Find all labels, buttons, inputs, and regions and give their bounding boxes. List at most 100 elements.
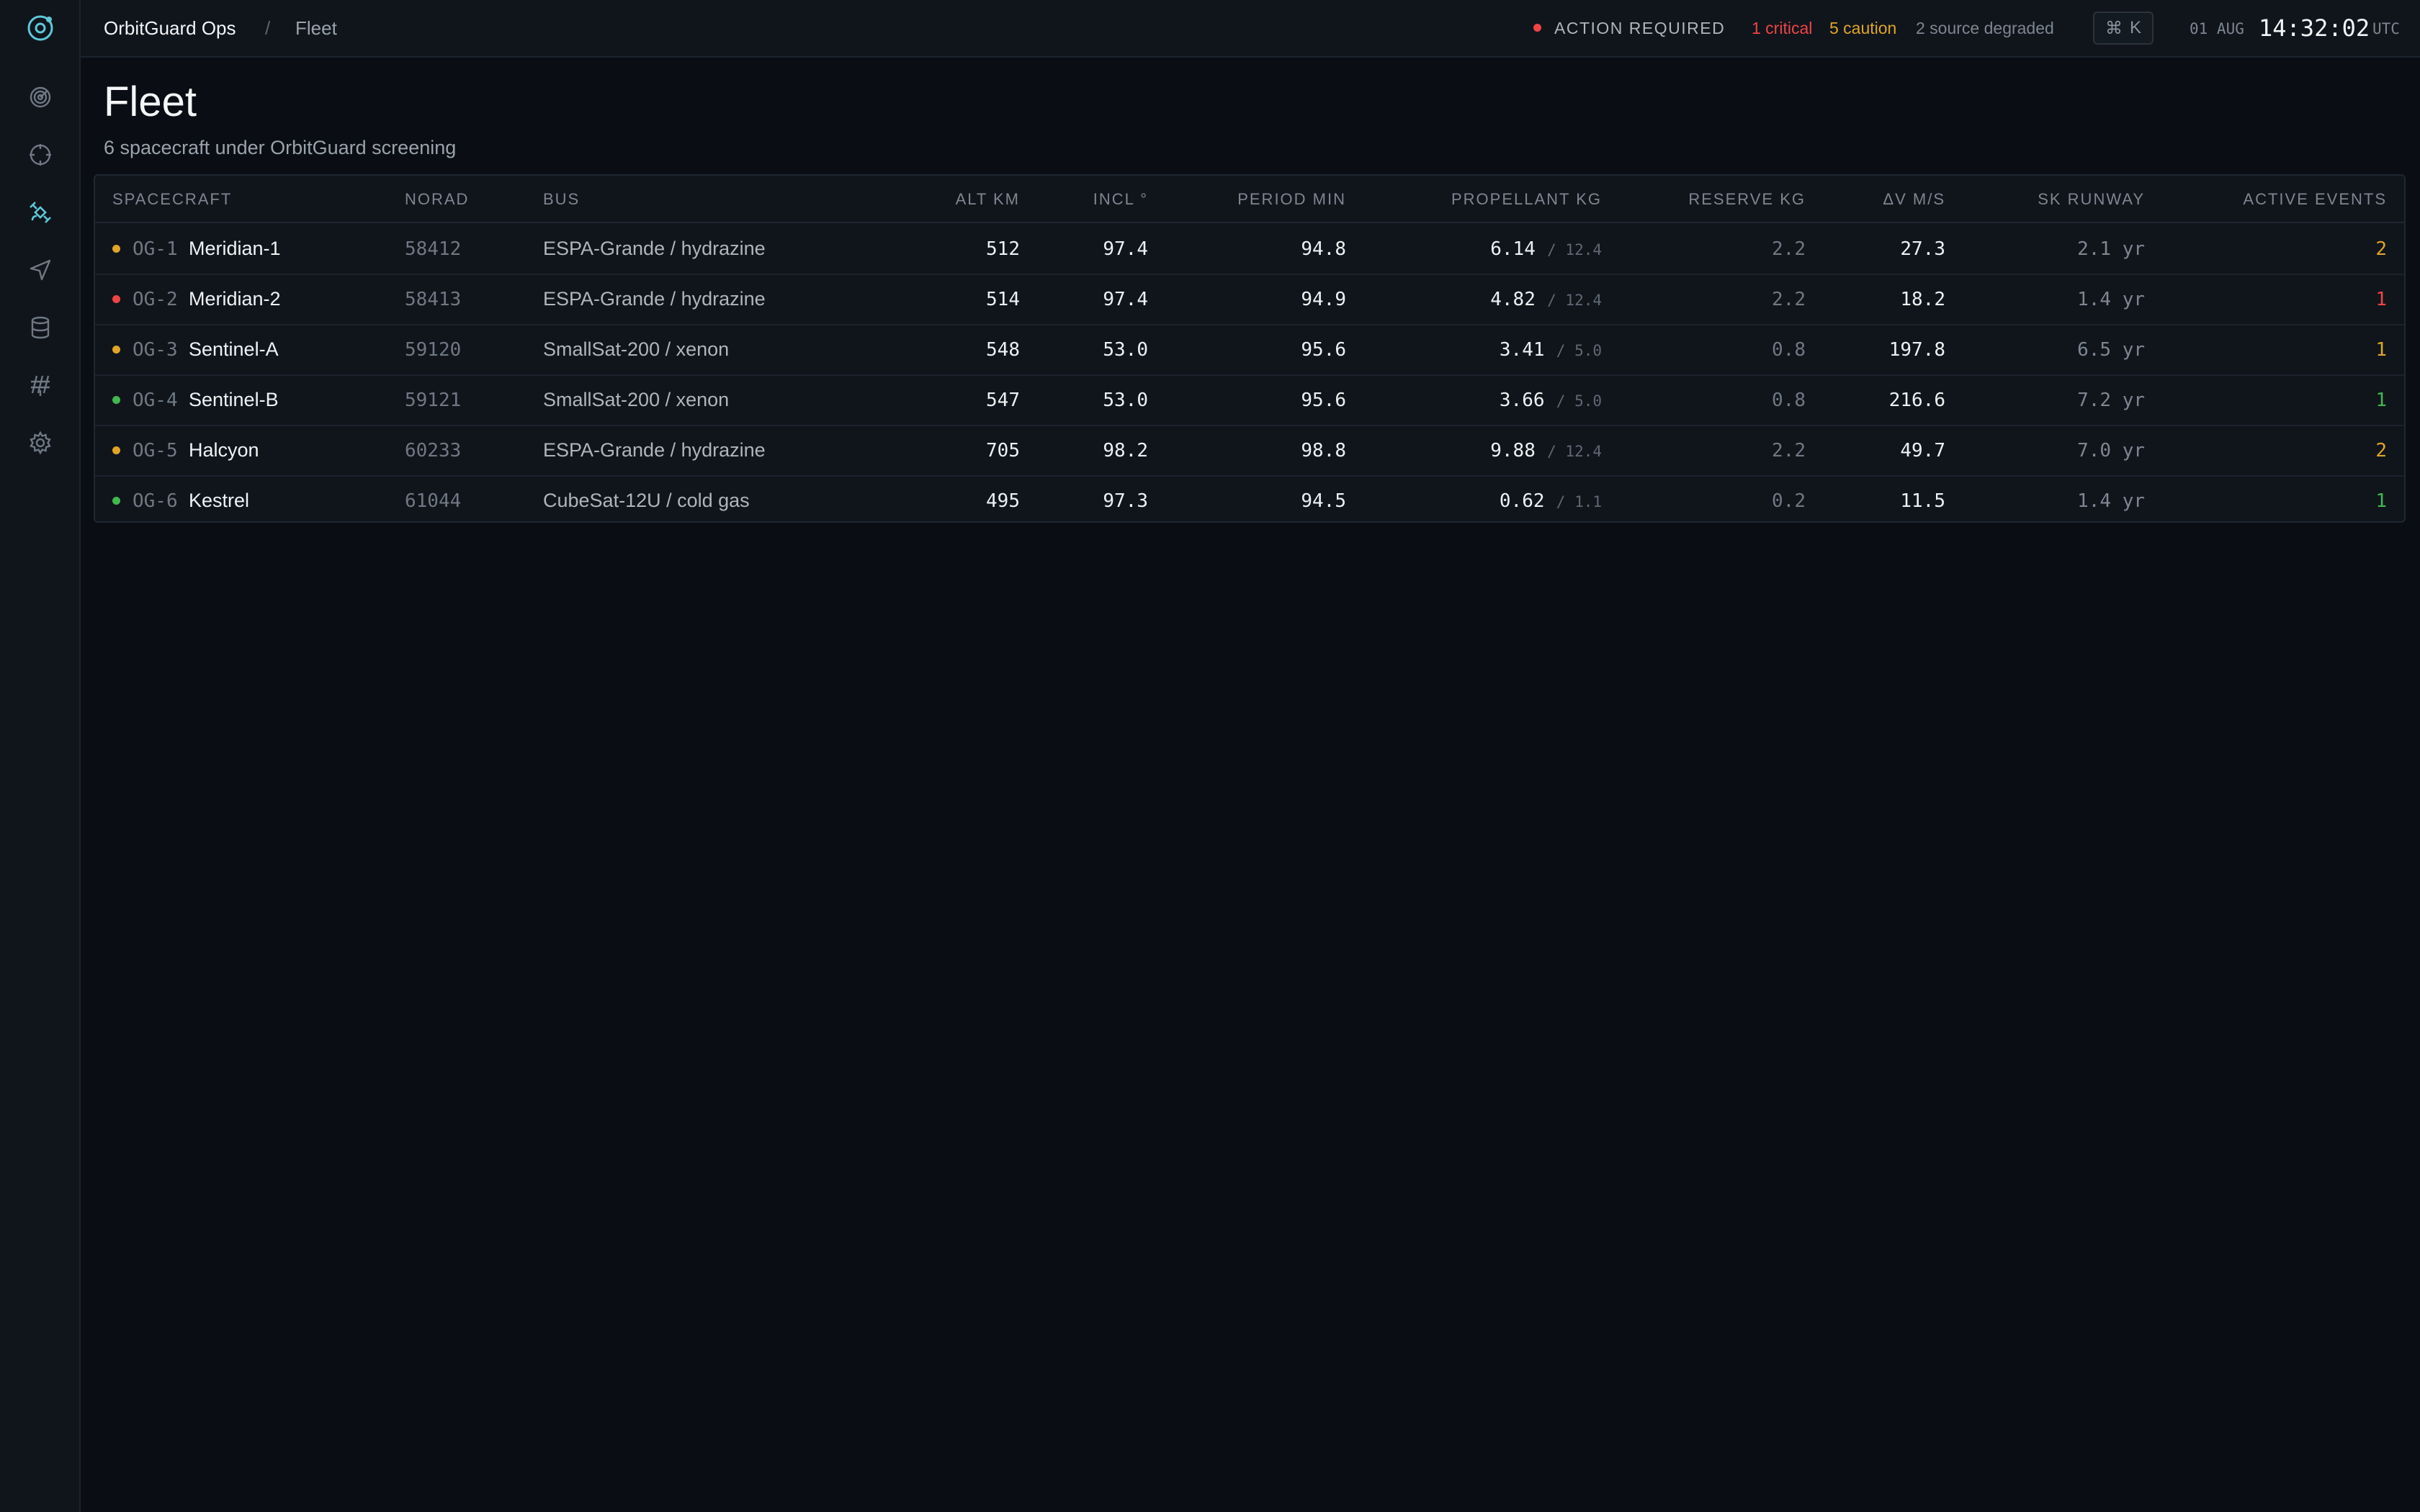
delta-v: 197.8 xyxy=(1888,339,1945,361)
norad-id: 58412 xyxy=(405,238,462,260)
propellant-kg: 6.14 xyxy=(1490,238,1536,260)
propellant-cell: 9.88 / 12.4 xyxy=(1490,439,1602,462)
column-header-propellant[interactable]: PROPELLANT KG xyxy=(1451,190,1602,209)
action-required-label[interactable]: ACTION REQUIRED xyxy=(1554,19,1725,38)
delta-v: 18.2 xyxy=(1900,289,1945,310)
active-events-count[interactable]: 1 xyxy=(2375,490,2387,512)
spacecraft-id: OG-4 xyxy=(133,390,178,411)
column-header-alt[interactable]: ALT KM xyxy=(956,190,1020,209)
propellant-cell: 3.66 / 5.0 xyxy=(1500,389,1602,411)
spacecraft-name[interactable]: Meridian-1 xyxy=(189,238,281,260)
database-icon[interactable] xyxy=(25,312,55,343)
reserve-kg: 0.8 xyxy=(1772,339,1806,361)
degraded-sources-count[interactable]: 2 source degraded xyxy=(1916,19,2054,38)
page-title: Fleet xyxy=(104,78,197,125)
active-events-count[interactable]: 2 xyxy=(2375,440,2387,462)
critical-count[interactable]: 1 critical xyxy=(1752,19,1812,38)
period-min: 94.9 xyxy=(1301,289,1346,310)
altitude-km: 548 xyxy=(986,339,1020,361)
table-row[interactable]: OG-4 Sentinel-B 59121 SmallSat-200 / xenon 5… xyxy=(95,374,2404,426)
inclination-deg: 53.0 xyxy=(1103,339,1148,361)
norad-id: 61044 xyxy=(405,490,462,512)
crosshair-icon[interactable] xyxy=(25,140,55,170)
reserve-kg: 0.2 xyxy=(1772,490,1806,512)
status-dot xyxy=(112,245,120,253)
spacecraft-name[interactable]: Kestrel xyxy=(189,490,249,512)
inclination-deg: 97.4 xyxy=(1103,238,1148,260)
table-row[interactable]: OG-6 Kestrel 61044 CubeSat-12U / cold gas 49… xyxy=(95,475,2404,526)
column-header-period[interactable]: PERIOD MIN xyxy=(1237,190,1346,209)
propellant-capacity: / 5.0 xyxy=(1556,342,1602,359)
delta-v: 11.5 xyxy=(1900,490,1945,512)
table-row[interactable]: OG-5 Halcyon 60233 ESPA-Grande / hydrazine 7… xyxy=(95,425,2404,477)
antenna-icon[interactable] xyxy=(25,370,55,400)
column-header-norad[interactable]: NORAD xyxy=(405,190,469,209)
propellant-cell: 4.82 / 12.4 xyxy=(1490,288,1602,310)
command-palette-button[interactable]: ⌘ K xyxy=(2093,12,2154,45)
spacecraft-id: OG-1 xyxy=(133,238,178,260)
propellant-capacity: / 12.4 xyxy=(1547,292,1602,309)
orbit-logo-icon[interactable] xyxy=(25,13,55,43)
column-header-spacecraft[interactable]: SPACECRAFT xyxy=(112,190,232,209)
caution-count[interactable]: 5 caution xyxy=(1829,19,1896,38)
breadcrumb-app[interactable]: OrbitGuard Ops xyxy=(104,17,236,40)
satellite-icon[interactable] xyxy=(25,197,55,228)
active-events-count[interactable]: 1 xyxy=(2375,390,2387,411)
top-bar: OrbitGuard Ops / Fleet ACTION REQUIRED 1… xyxy=(81,0,2420,58)
spacecraft-id: OG-2 xyxy=(133,289,178,310)
left-rail xyxy=(0,0,81,1512)
period-min: 94.8 xyxy=(1301,238,1346,260)
sk-runway: 1.4 yr xyxy=(2077,289,2145,310)
column-header-bus[interactable]: BUS xyxy=(543,190,580,209)
reserve-kg: 2.2 xyxy=(1772,440,1806,462)
column-header-active-events[interactable]: ACTIVE EVENTS xyxy=(2243,190,2387,209)
column-header-reserve[interactable]: RESERVE KG xyxy=(1688,190,1806,209)
column-header-sk-runway[interactable]: SK RUNWAY xyxy=(2038,190,2145,209)
gear-icon[interactable] xyxy=(25,428,55,458)
period-min: 95.6 xyxy=(1301,390,1346,411)
sk-runway: 7.0 yr xyxy=(2077,440,2145,462)
propellant-kg: 3.41 xyxy=(1499,339,1545,361)
sk-runway: 2.1 yr xyxy=(2077,238,2145,260)
column-header-delta-v[interactable]: ΔV M/S xyxy=(1883,190,1945,209)
propellant-cell: 6.14 / 12.4 xyxy=(1490,238,1602,260)
status-dot xyxy=(112,446,120,454)
table-row[interactable]: OG-1 Meridian-1 58412 ESPA-Grande / hydrazi… xyxy=(95,223,2404,275)
period-min: 95.6 xyxy=(1301,339,1346,361)
bus-type: SmallSat-200 / xenon xyxy=(543,338,730,360)
altitude-km: 512 xyxy=(986,238,1020,260)
clock-time: 14:32:02 xyxy=(2259,14,2370,42)
bus-type: SmallSat-200 / xenon xyxy=(543,389,730,410)
delta-v: 27.3 xyxy=(1900,238,1945,260)
inclination-deg: 97.3 xyxy=(1103,490,1148,512)
table-row[interactable]: OG-2 Meridian-2 58413 ESPA-Grande / hydrazi… xyxy=(95,274,2404,325)
send-icon[interactable] xyxy=(25,255,55,285)
radar-icon[interactable] xyxy=(25,82,55,112)
status-dot xyxy=(112,346,120,354)
active-events-count[interactable]: 2 xyxy=(2375,238,2387,260)
spacecraft-name[interactable]: Meridian-2 xyxy=(189,288,281,310)
norad-id: 60233 xyxy=(405,440,462,462)
bus-type: ESPA-Grande / hydrazine xyxy=(543,439,766,461)
bus-type: ESPA-Grande / hydrazine xyxy=(543,238,766,259)
norad-id: 59121 xyxy=(405,390,462,411)
propellant-cell: 0.62 / 1.1 xyxy=(1500,490,1602,512)
table-header: SPACECRAFT NORAD BUS ALT KM INCL ° PERIO… xyxy=(95,176,2404,223)
table-row[interactable]: OG-3 Sentinel-A 59120 SmallSat-200 / xenon 5… xyxy=(95,324,2404,376)
reserve-kg: 0.8 xyxy=(1772,390,1806,411)
spacecraft-name[interactable]: Sentinel-B xyxy=(189,389,279,411)
active-events-count[interactable]: 1 xyxy=(2375,339,2387,361)
period-min: 94.5 xyxy=(1301,490,1346,512)
norad-id: 59120 xyxy=(405,339,462,361)
clock-timezone: UTC xyxy=(2372,20,2400,37)
column-header-incl[interactable]: INCL ° xyxy=(1093,190,1148,209)
inclination-deg: 53.0 xyxy=(1103,390,1148,411)
propellant-capacity: / 1.1 xyxy=(1556,493,1602,510)
propellant-kg: 3.66 xyxy=(1499,390,1545,411)
spacecraft-name[interactable]: Sentinel-A xyxy=(189,338,279,361)
reserve-kg: 2.2 xyxy=(1772,289,1806,310)
active-events-count[interactable]: 1 xyxy=(2375,289,2387,310)
sk-runway: 7.2 yr xyxy=(2077,390,2145,411)
spacecraft-name[interactable]: Halcyon xyxy=(189,439,259,462)
altitude-km: 514 xyxy=(986,289,1020,310)
